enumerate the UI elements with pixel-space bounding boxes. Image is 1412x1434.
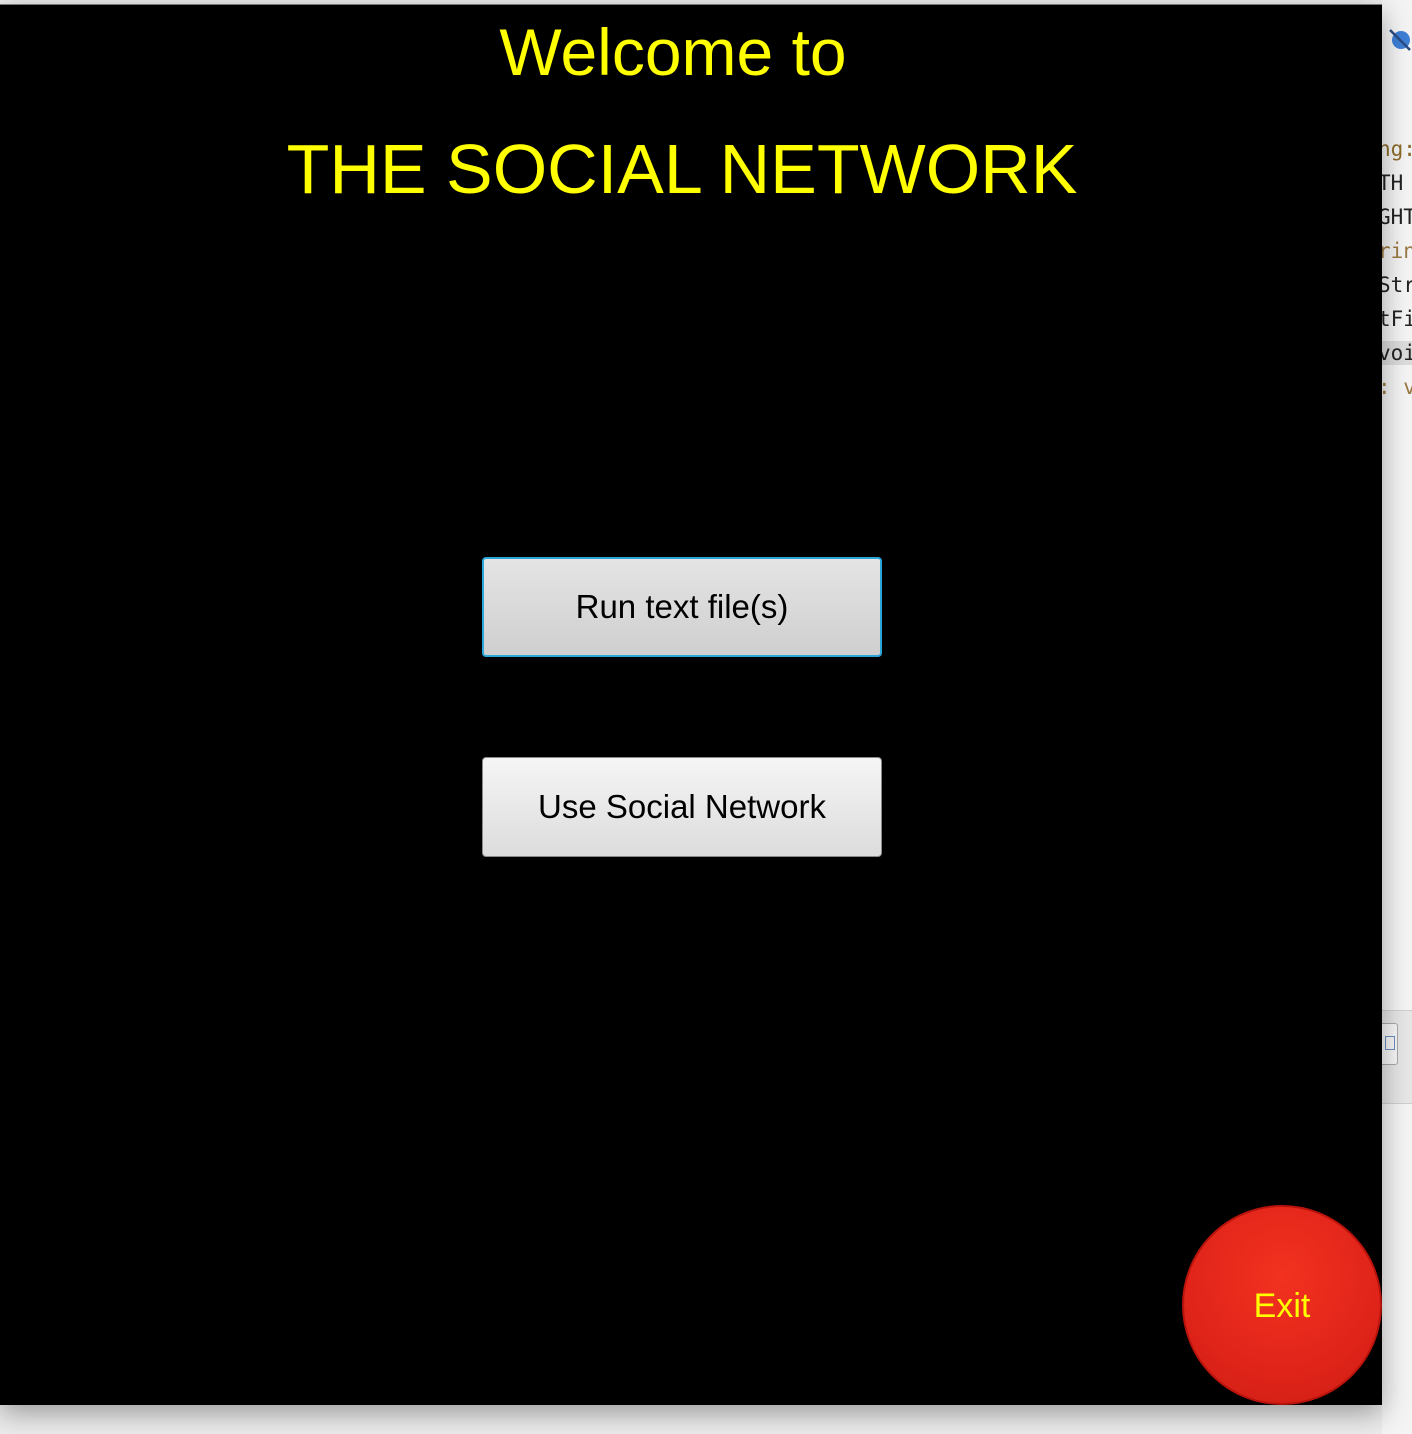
code-line: tFie	[1382, 307, 1412, 331]
code-line: GHT	[1382, 205, 1412, 229]
code-line: Stri	[1382, 273, 1412, 297]
welcome-heading: Welcome to	[499, 15, 847, 89]
code-line: ng:	[1382, 137, 1412, 161]
code-line: : vo	[1382, 375, 1412, 399]
background-editor-window: ng: TH GHT ring Stri tFie void : vo	[1382, 0, 1412, 1434]
exit-button[interactable]: Exit	[1182, 1205, 1382, 1405]
code-line: TH	[1382, 171, 1404, 195]
app-title: THE SOCIAL NETWORK	[286, 130, 1078, 208]
debug-breakpoint-icon	[1388, 28, 1412, 52]
use-social-network-button[interactable]: Use Social Network	[482, 757, 882, 857]
editor-panel-strip	[1382, 1010, 1412, 1104]
run-text-files-button[interactable]: Run text file(s)	[482, 557, 882, 657]
code-line: void	[1382, 341, 1412, 365]
code-line: ring	[1382, 239, 1412, 263]
app-window: Welcome to THE SOCIAL NETWORK Run text f…	[0, 4, 1382, 1405]
panel-toggle-icon[interactable]	[1382, 1023, 1398, 1065]
